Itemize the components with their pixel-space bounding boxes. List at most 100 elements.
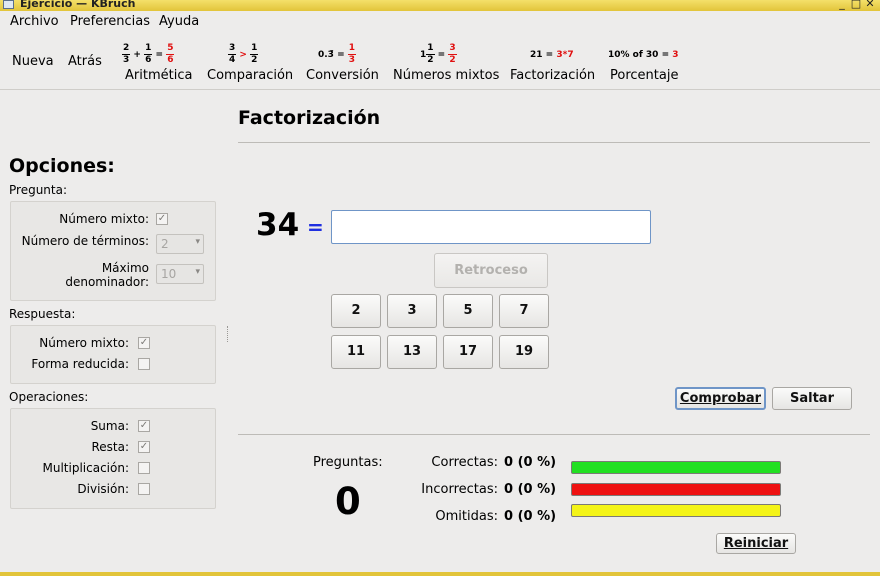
conv-dec: 0.3̄ = bbox=[318, 50, 345, 60]
mult-label: Multiplicación: bbox=[42, 461, 130, 475]
comparacion-label: Comparación bbox=[207, 68, 294, 83]
check-button[interactable]: Comprobar bbox=[675, 387, 766, 410]
porcentaje-mode-button[interactable]: 10% of 30 = 3 Porcentaje bbox=[606, 32, 682, 88]
check-label: Comprobar bbox=[679, 391, 762, 406]
comp-op: > bbox=[239, 50, 247, 60]
operaciones-group: Suma: ✓ Resta: ✓ Multiplicación: Divisió… bbox=[10, 408, 216, 509]
terms-spinbox[interactable]: 2 ▾ bbox=[156, 234, 204, 254]
resta-checkbox[interactable]: ✓ bbox=[138, 441, 150, 453]
comp-a-num: 3 bbox=[228, 43, 237, 55]
menu-archivo[interactable]: Archivo bbox=[10, 14, 59, 29]
mult-checkbox[interactable] bbox=[138, 462, 150, 474]
splitter-handle[interactable] bbox=[227, 326, 230, 342]
factor-button-11[interactable]: 11 bbox=[331, 335, 381, 369]
menu-preferencias[interactable]: Preferencias bbox=[70, 14, 150, 29]
maximize-icon[interactable]: □ bbox=[850, 0, 862, 10]
operaciones-title: Operaciones: bbox=[9, 390, 89, 404]
skipped-bar bbox=[571, 504, 781, 517]
questions-label: Preguntas: bbox=[313, 455, 383, 470]
correct-bar bbox=[571, 461, 781, 474]
respuesta-mixed-label: Número mixto: bbox=[39, 336, 129, 350]
arit-r-den: 6 bbox=[167, 55, 174, 65]
maxden-label-2: denominador: bbox=[65, 275, 149, 289]
comparacion-mode-button[interactable]: 34 > 12 Comparación bbox=[206, 32, 294, 88]
pregunta-mixed-checkbox[interactable]: ✓ bbox=[156, 213, 168, 225]
terms-value: 2 bbox=[161, 237, 169, 251]
incorrect-bar bbox=[571, 483, 781, 496]
maxden-spinbox[interactable]: 10 ▾ bbox=[156, 264, 204, 284]
reduced-label: Forma reducida: bbox=[31, 357, 129, 371]
conversion-icon: 0.3̄ = 13 bbox=[318, 43, 357, 66]
maxden-label-1: Máximo bbox=[101, 261, 149, 275]
questions-count: 0 bbox=[335, 480, 361, 523]
atras-button[interactable]: Atrás bbox=[68, 54, 102, 69]
mix-r-num: 3 bbox=[448, 43, 457, 55]
correct-value: 0 (0 %) bbox=[504, 455, 557, 470]
reset-label: Reiniciar bbox=[723, 536, 789, 551]
factor-button-2[interactable]: 2 bbox=[331, 294, 381, 328]
comp-a-den: 4 bbox=[229, 55, 236, 65]
arit-a-den: 3 bbox=[123, 55, 130, 65]
correct-label: Correctas: bbox=[431, 455, 498, 470]
conv-r-den: 3 bbox=[348, 55, 356, 65]
task-number: 34 bbox=[256, 207, 300, 243]
mix-a-den: 2 bbox=[427, 55, 434, 65]
comp-b-num: 1 bbox=[250, 43, 259, 55]
equals-sign: = bbox=[307, 215, 324, 239]
title-divider bbox=[238, 142, 870, 143]
window-title: Ejercicio — KBruch bbox=[20, 0, 136, 10]
suma-checkbox[interactable]: ✓ bbox=[138, 420, 150, 432]
respuesta-group: Número mixto: ✓ Forma reducida: bbox=[10, 325, 216, 384]
menu-ayuda[interactable]: Ayuda bbox=[159, 14, 199, 29]
conversion-mode-button[interactable]: 0.3̄ = 13 Conversión bbox=[304, 32, 380, 88]
pregunta-title: Pregunta: bbox=[9, 183, 68, 197]
close-icon[interactable]: ✕ bbox=[864, 0, 876, 10]
factorizacion-mode-button[interactable]: 21 = 3*7 Factorización bbox=[508, 32, 595, 88]
arit-eq: = bbox=[155, 50, 164, 60]
mix-r-den: 2 bbox=[449, 55, 456, 65]
fact-rhs: 3*7 bbox=[556, 50, 574, 60]
minimize-icon[interactable]: _ bbox=[836, 0, 848, 10]
app-icon bbox=[3, 0, 14, 9]
skip-button[interactable]: Saltar bbox=[772, 387, 852, 410]
pct-rhs: 3 bbox=[672, 50, 679, 60]
maxden-value: 10 bbox=[161, 267, 177, 281]
porcentaje-label: Porcentaje bbox=[610, 68, 679, 83]
nueva-button[interactable]: Nueva bbox=[12, 54, 54, 69]
pregunta-mixed-label: Número mixto: bbox=[59, 212, 149, 226]
mixtos-mode-button[interactable]: 112 = 32 Números mixtos bbox=[392, 32, 500, 88]
factor-button-5[interactable]: 5 bbox=[443, 294, 493, 328]
answer-input[interactable] bbox=[331, 210, 651, 244]
mixtos-icon: 112 = 32 bbox=[420, 43, 457, 66]
mixtos-label: Números mixtos bbox=[393, 68, 500, 83]
aritmetica-mode-button[interactable]: 23 + 16 = 56 Aritmética bbox=[120, 32, 192, 88]
backspace-button[interactable]: Retroceso bbox=[434, 253, 548, 288]
factorizacion-icon: 21 = 3*7 bbox=[530, 50, 574, 60]
factor-button-17[interactable]: 17 bbox=[443, 335, 493, 369]
pct-lhs: 10% of 30 = bbox=[608, 50, 670, 60]
respuesta-mixed-checkbox[interactable]: ✓ bbox=[138, 337, 150, 349]
reset-button[interactable]: Reiniciar bbox=[716, 533, 796, 554]
arit-b-den: 6 bbox=[145, 55, 152, 65]
skipped-label: Omitidas: bbox=[435, 509, 498, 524]
aritmetica-icon: 23 + 16 = 56 bbox=[122, 43, 175, 66]
window-bottom-border bbox=[0, 572, 880, 576]
respuesta-title: Respuesta: bbox=[9, 307, 76, 321]
reduced-checkbox[interactable] bbox=[138, 358, 150, 370]
chevron-down-icon: ▾ bbox=[195, 267, 200, 277]
div-checkbox[interactable] bbox=[138, 483, 150, 495]
incorrect-value: 0 (0 %) bbox=[504, 482, 557, 497]
factor-button-7[interactable]: 7 bbox=[499, 294, 549, 328]
arit-r-num: 5 bbox=[166, 43, 175, 55]
factor-button-3[interactable]: 3 bbox=[387, 294, 437, 328]
aritmetica-label: Aritmética bbox=[125, 68, 193, 83]
fact-lhs: 21 = bbox=[530, 50, 554, 60]
conversion-label: Conversión bbox=[306, 68, 379, 83]
toolbar: Nueva Atrás 23 + 16 = 56 Aritmética 34 >… bbox=[0, 32, 880, 90]
factor-button-19[interactable]: 19 bbox=[499, 335, 549, 369]
conv-r-num: 1 bbox=[347, 43, 357, 55]
factor-button-13[interactable]: 13 bbox=[387, 335, 437, 369]
porcentaje-icon: 10% of 30 = 3 bbox=[608, 50, 679, 60]
mix-a-num: 1 bbox=[426, 43, 435, 55]
arit-b-num: 1 bbox=[144, 43, 153, 55]
